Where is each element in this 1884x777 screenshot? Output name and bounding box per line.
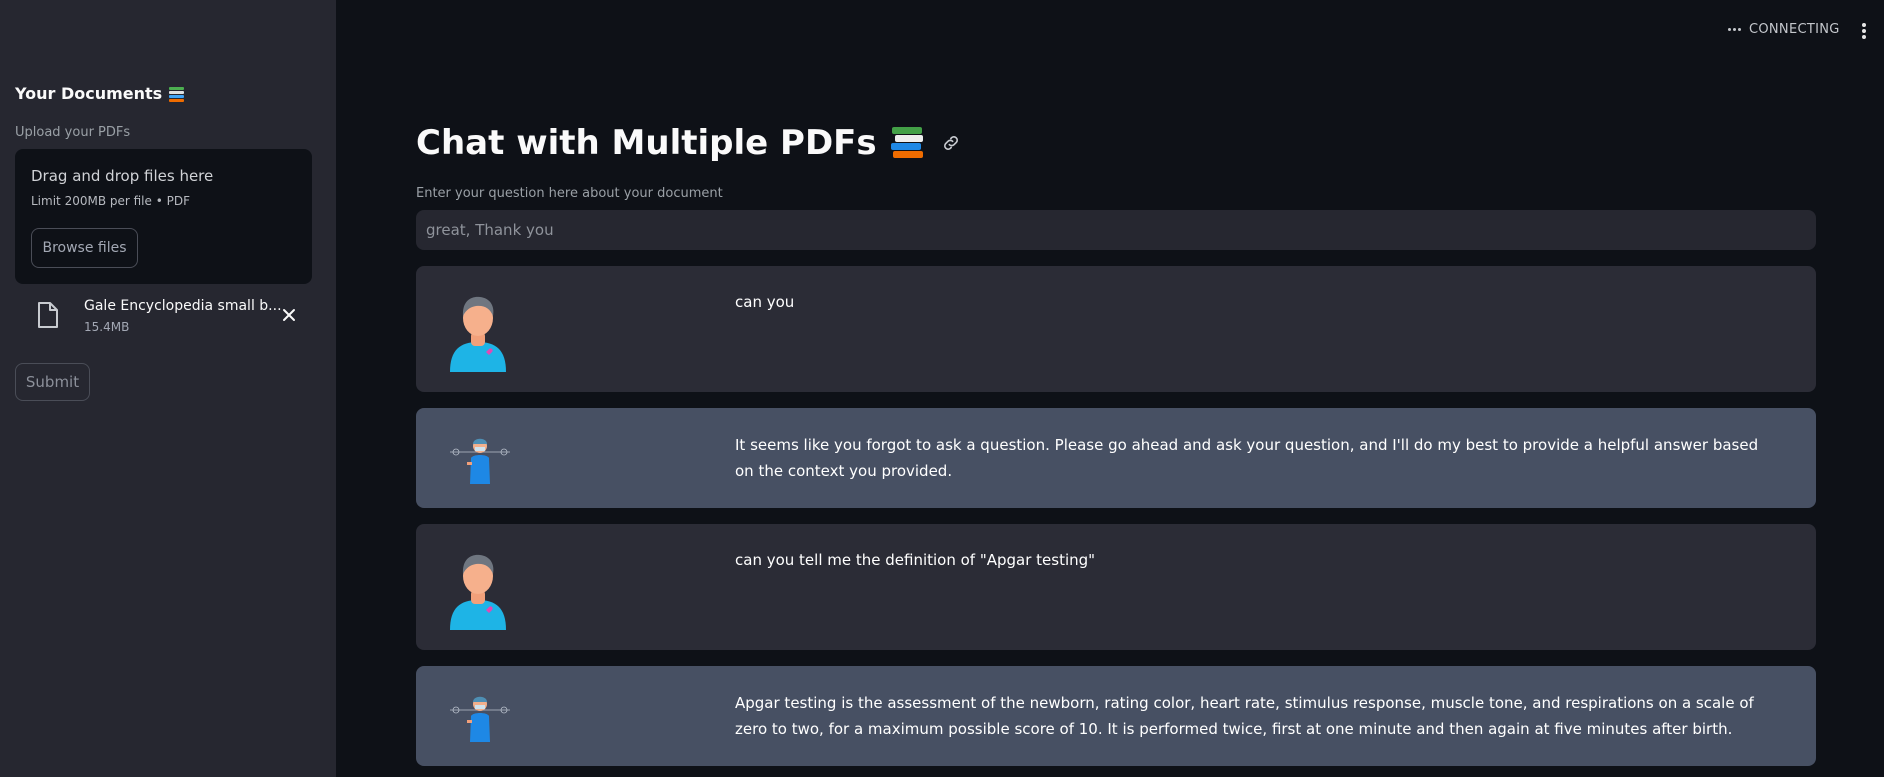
books-icon — [889, 126, 925, 160]
uploaded-file-item: Gale Encyclopedia small b... 15.4MB — [15, 293, 312, 343]
file-name: Gale Encyclopedia small b... — [84, 298, 282, 314]
file-icon — [38, 302, 58, 328]
message-text: can you tell me the definition of "Apgar… — [735, 551, 1096, 569]
file-dropzone[interactable]: Drag and drop files here Limit 200MB per… — [15, 149, 312, 284]
more-horizontal-icon — [1728, 28, 1741, 31]
question-input[interactable] — [416, 210, 1816, 250]
sidebar-title: Your Documents — [15, 84, 186, 103]
file-size: 15.4MB — [84, 320, 130, 334]
books-icon — [168, 86, 186, 102]
message-text: can you — [735, 293, 795, 311]
page-title-text: Chat with Multiple PDFs — [416, 123, 877, 163]
dropzone-limit: Limit 200MB per file • PDF — [31, 194, 190, 208]
submit-button[interactable]: Submit — [15, 363, 90, 401]
connection-status: CONNECTING — [1728, 22, 1840, 37]
message-text: Apgar testing is the assessment of the n… — [735, 694, 1754, 738]
user-avatar — [450, 554, 506, 630]
chat-message-bot: Apgar testing is the assessment of the n… — [416, 666, 1816, 766]
sidebar: Your Documents Upload your PDFs Drag and… — [0, 0, 336, 777]
sidebar-title-text: Your Documents — [15, 84, 163, 103]
doctor-avatar — [450, 696, 510, 742]
upload-label: Upload your PDFs — [15, 125, 131, 140]
browse-files-button[interactable]: Browse files — [31, 228, 138, 268]
kebab-menu-icon[interactable] — [1858, 20, 1870, 42]
chat-message-user: can you tell me the definition of "Apgar… — [416, 524, 1816, 650]
page-title: Chat with Multiple PDFs — [416, 123, 961, 163]
dropzone-title: Drag and drop files here — [31, 167, 214, 185]
message-text: It seems like you forgot to ask a questi… — [735, 436, 1759, 480]
status-text: CONNECTING — [1749, 22, 1840, 37]
chat-message-user: can you — [416, 266, 1816, 392]
question-label: Enter your question here about your docu… — [416, 186, 723, 201]
close-icon[interactable] — [277, 303, 301, 327]
doctor-avatar — [450, 438, 510, 484]
user-avatar — [450, 296, 506, 372]
link-icon[interactable] — [941, 133, 961, 153]
chat-message-bot: It seems like you forgot to ask a questi… — [416, 408, 1816, 508]
